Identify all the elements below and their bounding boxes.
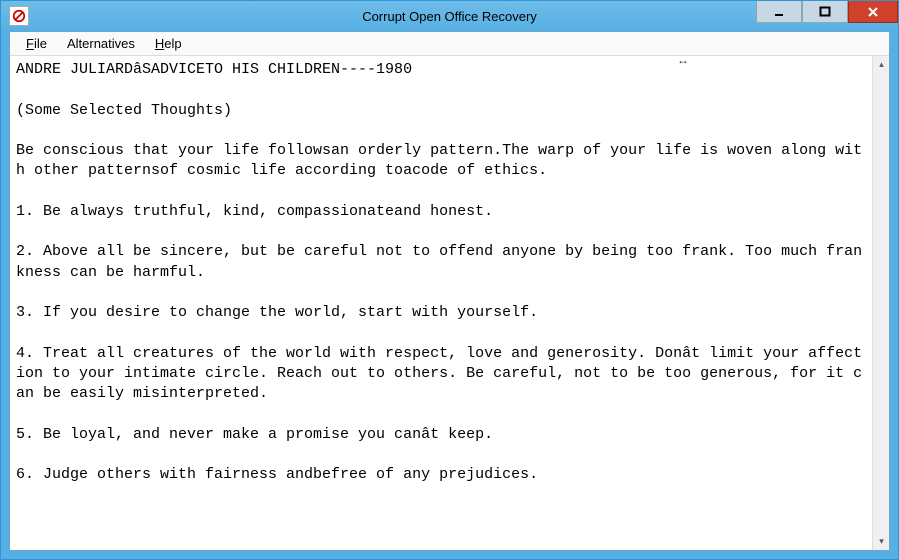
application-window: Corrupt Open Office Recovery File Altern…: [0, 0, 899, 560]
menu-help[interactable]: Help: [145, 34, 192, 53]
close-button[interactable]: [848, 1, 898, 23]
minimize-button[interactable]: [756, 1, 802, 23]
vertical-scrollbar[interactable]: ▴ ▾: [872, 56, 889, 550]
scroll-down-icon[interactable]: ▾: [873, 533, 889, 550]
document-wrap: ANDRE JULIARDâSADVICETO HIS CHILDREN----…: [10, 56, 889, 550]
menubar: File Alternatives Help: [10, 32, 889, 56]
menu-file-rest: ile: [34, 36, 47, 51]
menu-file[interactable]: File: [16, 34, 57, 53]
maximize-button[interactable]: [802, 1, 848, 23]
menu-help-rest: elp: [164, 36, 181, 51]
menu-alternatives[interactable]: Alternatives: [57, 34, 145, 53]
client-area: File Alternatives Help ↔ ANDRE JULIARDâS…: [9, 31, 890, 551]
window-title: Corrupt Open Office Recovery: [362, 9, 537, 24]
resize-handle-icon[interactable]: ↔: [677, 53, 689, 67]
app-icon: [9, 6, 29, 26]
document-text[interactable]: ANDRE JULIARDâSADVICETO HIS CHILDREN----…: [10, 56, 872, 550]
window-controls: [756, 1, 898, 23]
titlebar[interactable]: Corrupt Open Office Recovery: [1, 1, 898, 31]
scroll-up-icon[interactable]: ▴: [873, 56, 889, 73]
